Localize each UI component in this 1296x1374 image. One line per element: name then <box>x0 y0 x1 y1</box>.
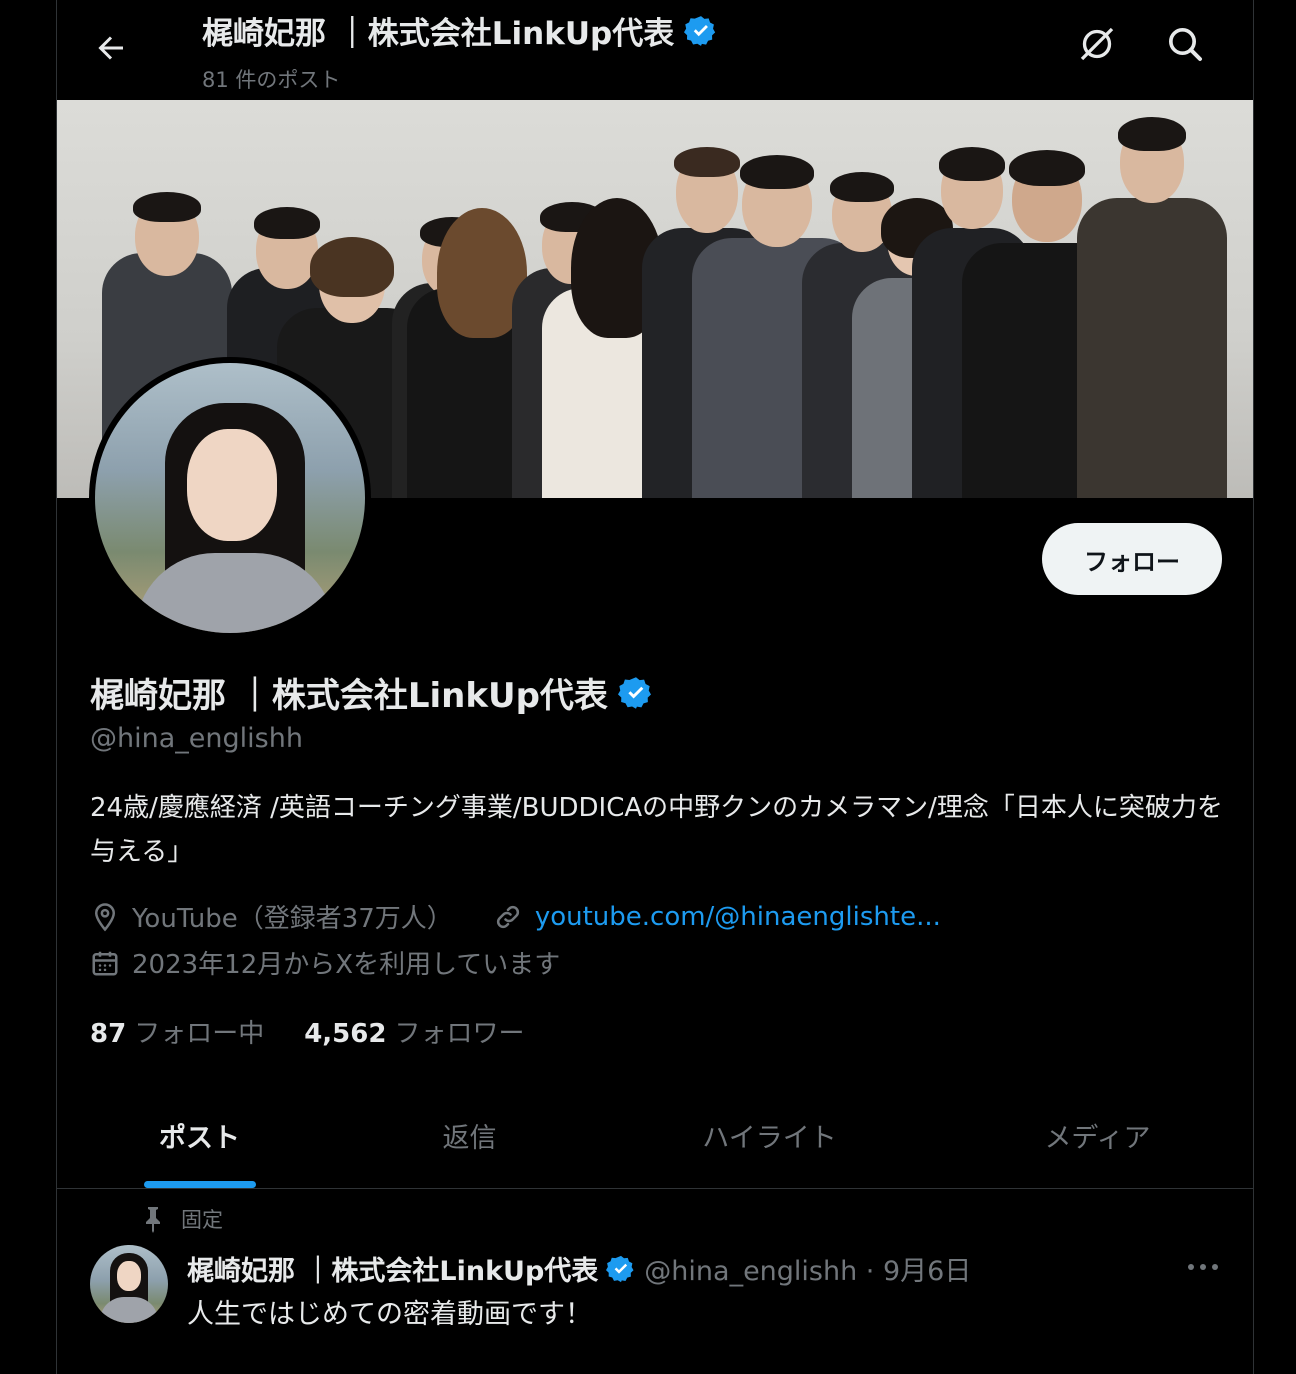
profile-name: 梶崎妃那 ｜株式会社LinkUp代表 <box>90 668 654 717</box>
tab-replies[interactable]: 返信 <box>342 1082 597 1188</box>
post-author-name[interactable]: 梶崎妃那 ｜株式会社LinkUp代表 <box>187 1249 598 1288</box>
tab-media[interactable]: メディア <box>942 1082 1253 1188</box>
follow-button[interactable]: フォロー <box>1042 523 1222 595</box>
tab-highlights[interactable]: ハイライト <box>597 1082 942 1188</box>
profile-handle: @hina_englishh <box>90 723 303 754</box>
post-count: 81 件のポスト <box>202 68 341 92</box>
followers-label: フォロワー <box>394 1019 525 1049</box>
profile-joined: 2023年12月からXを利用しています <box>132 950 561 980</box>
profile-name-text: 梶崎妃那 ｜株式会社LinkUp代表 <box>90 676 608 716</box>
profile-website-link[interactable]: youtube.com/@hinaenglishte... <box>535 902 941 932</box>
post-author-avatar[interactable] <box>90 1245 168 1323</box>
profile-bio: 24歳/慶應経済 /英語コーチング事業/BUDDICAの中野クンのカメラマン/理… <box>90 793 1223 867</box>
more-options-icon[interactable] <box>1183 1253 1223 1281</box>
following-link[interactable]: 87 フォロー中 <box>90 1013 264 1050</box>
profile-location: YouTube（登録者37万人） <box>132 904 453 934</box>
follow-stats: 87 フォロー中 4,562 フォロワー <box>90 1013 524 1050</box>
top-bar: 梶崎妃那 ｜株式会社LinkUp代表 81 件のポスト <box>57 0 1253 100</box>
header-title-text: 梶崎妃那 ｜株式会社LinkUp代表 <box>202 16 675 52</box>
post-header: 梶崎妃那 ｜株式会社LinkUp代表 @hina_englishh · 9月6日 <box>187 1249 971 1288</box>
arrow-left-icon[interactable] <box>93 30 129 66</box>
profile-avatar[interactable] <box>89 357 371 639</box>
calendar-icon <box>92 951 118 975</box>
pinned-indicator: 固定 <box>141 1204 223 1234</box>
followers-count: 4,562 <box>304 1019 387 1049</box>
verified-badge-icon <box>684 15 716 46</box>
banner-person <box>1077 117 1227 498</box>
pin-icon <box>146 1207 160 1233</box>
verified-badge-icon <box>617 676 651 709</box>
search-icon[interactable] <box>1165 24 1205 64</box>
grok-icon[interactable] <box>1077 24 1117 64</box>
location-icon <box>94 902 116 931</box>
link-icon <box>496 905 519 928</box>
following-label: フォロー中 <box>134 1019 265 1049</box>
profile-joined-row: 2023年12月からXを利用しています <box>90 944 560 981</box>
pinned-label: 固定 <box>181 1208 223 1232</box>
post-meta: @hina_englishh · 9月6日 <box>644 1256 972 1287</box>
followers-link[interactable]: 4,562 フォロワー <box>304 1013 524 1050</box>
profile-meta-row: YouTube（登録者37万人） youtube.com/@hinaenglis… <box>90 898 941 935</box>
following-count: 87 <box>90 1019 127 1049</box>
active-tab-indicator <box>144 1181 256 1188</box>
post-text: 人生ではじめての密着動画です！ <box>187 1299 592 1330</box>
tab-posts[interactable]: ポスト <box>57 1082 342 1188</box>
header-title: 梶崎妃那 ｜株式会社LinkUp代表 <box>202 8 718 53</box>
profile-column: 梶崎妃那 ｜株式会社LinkUp代表 81 件のポスト フォロー 梶崎妃那 ｜株… <box>56 0 1254 1374</box>
verified-badge-icon <box>606 1255 634 1282</box>
profile-tabs: ポスト 返信 ハイライト メディア <box>57 1082 1253 1189</box>
